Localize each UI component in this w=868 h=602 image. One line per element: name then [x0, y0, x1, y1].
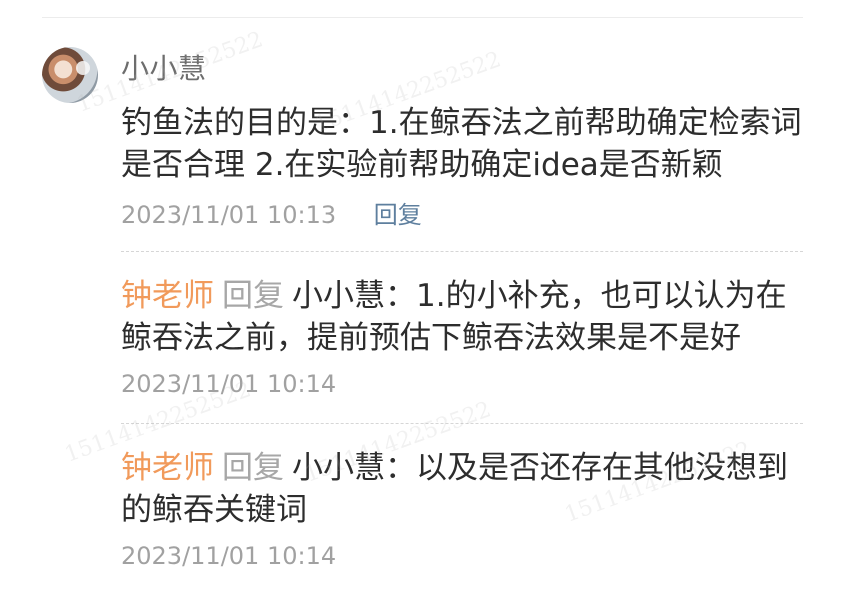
comment-author[interactable]: 小小慧 [121, 51, 207, 87]
avatar[interactable] [42, 47, 98, 103]
reply-time: 2023/11/01 10:14 [121, 542, 337, 570]
reply-divider [121, 423, 803, 424]
reply-divider [121, 251, 803, 252]
avatar-highlight [76, 61, 90, 75]
reply-time: 2023/11/01 10:14 [121, 370, 337, 398]
reply-label: 回复 [222, 278, 284, 314]
comment-time: 2023/11/01 10:13 [121, 201, 337, 229]
reply-text: 钟老师 回复 小小慧：1.的小补充，也可以认为在鲸吞法之前，提前预估下鲸吞法效果是不… [121, 275, 803, 359]
reply-text: 钟老师 回复 小小慧：以及是否还存在其他没想到的鲸吞关键词 [121, 447, 803, 531]
comment-meta: 2023/11/01 10:13 回复 [121, 200, 422, 230]
reply-target[interactable]: 小小慧： [292, 450, 416, 486]
reply-button[interactable]: 回复 [374, 201, 422, 229]
top-divider [42, 17, 803, 18]
comment-thread: 小小慧 钓鱼法的目的是：1.在鲸吞法之前帮助确定检索词是否合理 2.在实验前帮助… [0, 0, 868, 602]
reply-label: 回复 [222, 450, 284, 486]
reply-author[interactable]: 钟老师 [121, 278, 214, 314]
reply-content: 1.的小补充，也可以认为在鲸吞法之前，提前预估下鲸吞法效果是不是好 [121, 278, 787, 356]
reply-target[interactable]: 小小慧： [292, 278, 416, 314]
comment-content: 钓鱼法的目的是：1.在鲸吞法之前帮助确定检索词是否合理 2.在实验前帮助确定id… [121, 105, 802, 183]
reply-author[interactable]: 钟老师 [121, 450, 214, 486]
